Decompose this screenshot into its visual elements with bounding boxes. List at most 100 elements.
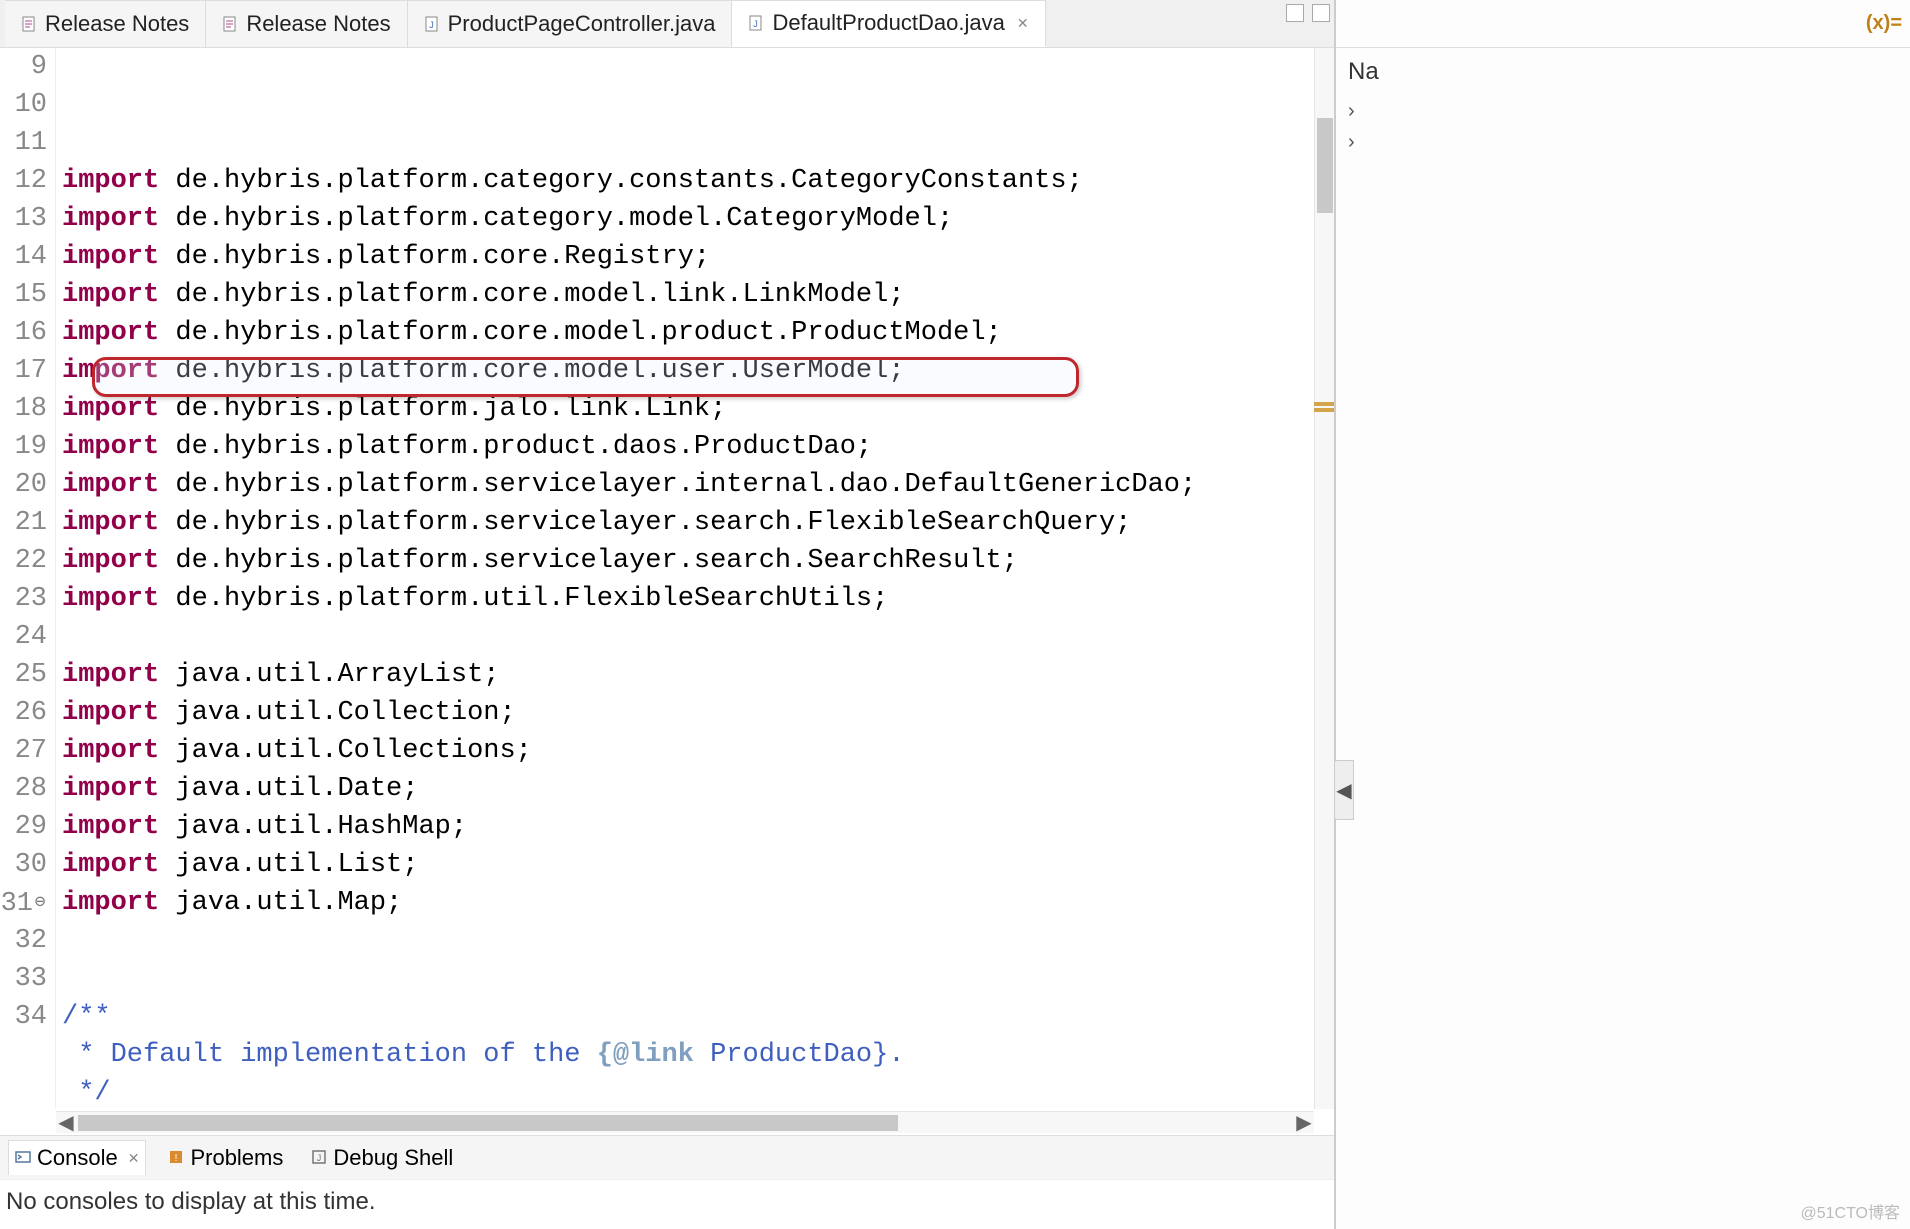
editor-tab[interactable]: J ProductPageController.java [408, 0, 733, 47]
code-line[interactable]: import de.hybris.platform.category.const… [62, 162, 1334, 200]
outline-item[interactable]: › [1336, 127, 1910, 158]
line-number: 28 [0, 770, 47, 808]
vertical-scroll-thumb[interactable] [1317, 118, 1333, 213]
debug-shell-tab-label: Debug Shell [333, 1145, 453, 1171]
horizontal-scrollbar[interactable]: ◀ ▶ [56, 1111, 1314, 1133]
line-number: 13 [0, 200, 47, 238]
line-number: 17 [0, 352, 47, 390]
code-line[interactable]: */ [62, 1074, 1334, 1109]
code-line[interactable]: import de.hybris.platform.core.model.use… [62, 352, 1334, 390]
line-number: 16 [0, 314, 47, 352]
minimize-view-button[interactable] [1286, 4, 1304, 22]
console-message: No consoles to display at this time. [6, 1188, 376, 1215]
svg-text:J: J [754, 19, 759, 29]
console-icon [15, 1145, 31, 1171]
scroll-right-arrow[interactable]: ▶ [1294, 1113, 1314, 1133]
chevron-right-icon: › [1348, 100, 1355, 122]
code-line[interactable]: import java.util.Collections; [62, 732, 1334, 770]
chevron-right-icon: › [1348, 131, 1355, 153]
editor-tab[interactable]: Release Notes [206, 0, 407, 47]
outline-toolbar: (x)= [1336, 0, 1910, 48]
code-line[interactable]: import de.hybris.platform.core.Registry; [62, 238, 1334, 276]
line-number: 33 [0, 960, 47, 998]
code-line[interactable]: import java.util.Collection; [62, 694, 1334, 732]
line-number: 34 [0, 998, 47, 1036]
line-number: 20 [0, 466, 47, 504]
code-line[interactable]: import de.hybris.platform.servicelayer.s… [62, 504, 1334, 542]
code-line[interactable]: import java.util.Date; [62, 770, 1334, 808]
outline-panel: (x)= Na › › ◀ [1335, 0, 1910, 1229]
editor-tab[interactable]: JDefaultProductDao.java✕ [732, 0, 1045, 47]
outline-item[interactable]: › [1336, 96, 1910, 127]
notes-file-icon [21, 16, 37, 32]
java-file-icon: J [748, 15, 764, 31]
maximize-view-button[interactable] [1312, 4, 1330, 22]
editor-tab[interactable]: Release Notes [5, 0, 206, 47]
line-number: 23 [0, 580, 47, 618]
line-number: 26 [0, 694, 47, 732]
debug-shell-icon: J [311, 1145, 327, 1171]
line-number: 9 [0, 48, 47, 86]
code-line[interactable]: import java.util.List; [62, 846, 1334, 884]
code-line[interactable]: * Default implementation of the {@link P… [62, 1036, 1334, 1074]
line-number: 22 [0, 542, 47, 580]
code-line[interactable]: import de.hybris.platform.core.model.pro… [62, 314, 1334, 352]
line-number: 10 [0, 86, 47, 124]
svg-text:J: J [429, 20, 434, 30]
line-number: 15 [0, 276, 47, 314]
svg-text:!: ! [175, 1153, 178, 1164]
editor-toolbar [1286, 4, 1330, 22]
line-number: 21 [0, 504, 47, 542]
code-line[interactable]: import de.hybris.platform.servicelayer.s… [62, 542, 1334, 580]
line-number: 31⊖ [0, 884, 47, 922]
line-number: 32 [0, 922, 47, 960]
line-number: 30 [0, 846, 47, 884]
vertical-scrollbar[interactable] [1314, 48, 1334, 1109]
code-line[interactable]: import java.util.Map; [62, 884, 1334, 922]
tab-label: ProductPageController.java [448, 11, 716, 37]
tab-label: Release Notes [45, 11, 189, 37]
scroll-left-arrow[interactable]: ◀ [56, 1113, 76, 1133]
editor-area: Release Notes Release Notes J ProductPageCo… [0, 0, 1335, 1229]
line-number: 18 [0, 390, 47, 428]
code-line[interactable] [62, 922, 1334, 960]
overview-marker [1314, 408, 1334, 412]
line-number: 25 [0, 656, 47, 694]
overview-marker [1314, 402, 1334, 406]
horizontal-scroll-thumb[interactable] [78, 1115, 898, 1131]
code-content[interactable]: import de.hybris.platform.category.const… [56, 48, 1334, 1109]
console-tab-label: Console [37, 1145, 118, 1171]
tab-label: Release Notes [246, 11, 390, 37]
code-line[interactable] [62, 960, 1334, 998]
code-line[interactable] [62, 618, 1334, 656]
notes-file-icon [222, 16, 238, 32]
line-number: 11 [0, 124, 47, 162]
editor-tabbar: Release Notes Release Notes J ProductPageCo… [0, 0, 1334, 48]
debug-shell-tab[interactable]: J Debug Shell [305, 1141, 459, 1175]
line-number: 12 [0, 162, 47, 200]
close-icon[interactable]: ✕ [1017, 15, 1029, 32]
line-number: 29 [0, 808, 47, 846]
chevron-left-icon: ◀ [1336, 778, 1351, 803]
code-line[interactable]: import de.hybris.platform.servicelayer.i… [62, 466, 1334, 504]
collapse-panel-button[interactable]: ◀ [1334, 760, 1354, 820]
watermark: @51CTO博客 [1800, 1199, 1900, 1223]
line-number: 14 [0, 238, 47, 276]
line-number-gutter: 9101112131415161718192021222324252627282… [0, 48, 56, 1109]
code-line[interactable]: import java.util.ArrayList; [62, 656, 1334, 694]
console-tab[interactable]: Console ✕ [8, 1140, 146, 1175]
code-line[interactable]: import de.hybris.platform.product.daos.P… [62, 428, 1334, 466]
line-number: 19 [0, 428, 47, 466]
line-number: 24 [0, 618, 47, 656]
problems-tab[interactable]: ! Problems [162, 1141, 289, 1175]
close-icon[interactable]: ✕ [128, 1150, 140, 1167]
code-line[interactable]: import de.hybris.platform.util.FlexibleS… [62, 580, 1334, 618]
line-number: 27 [0, 732, 47, 770]
code-line[interactable]: import java.util.HashMap; [62, 808, 1334, 846]
code-editor[interactable]: 9101112131415161718192021222324252627282… [0, 48, 1334, 1109]
console-view: No consoles to display at this time. [0, 1179, 1334, 1229]
code-line[interactable]: import de.hybris.platform.core.model.lin… [62, 276, 1334, 314]
code-line[interactable]: import de.hybris.platform.category.model… [62, 200, 1334, 238]
code-line[interactable]: /** [62, 998, 1334, 1036]
code-line[interactable]: import de.hybris.platform.jalo.link.Link… [62, 390, 1334, 428]
